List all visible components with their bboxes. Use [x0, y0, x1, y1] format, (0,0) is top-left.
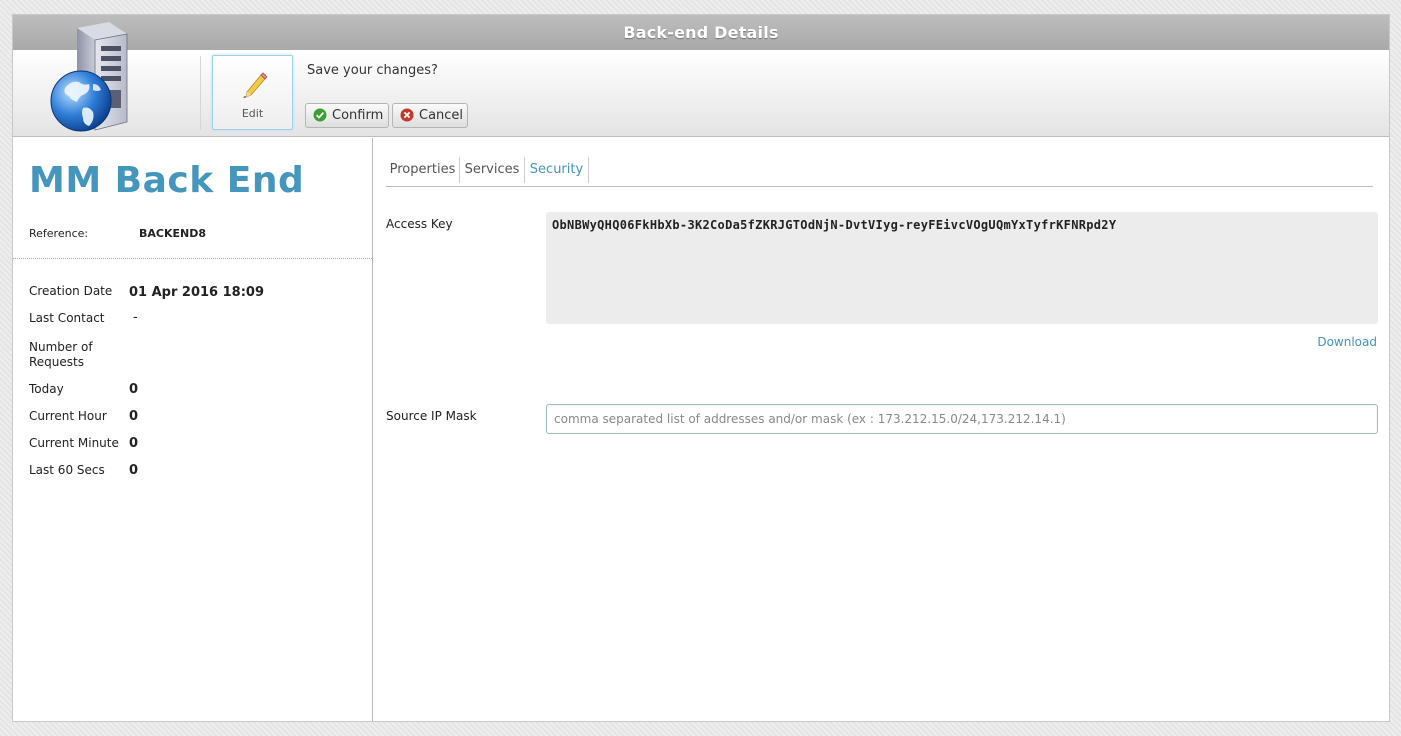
check-circle-icon — [313, 108, 327, 122]
access-key-value[interactable]: ObNBWyQHQ06FkHbXb-3K2CoDa5fZKRJGTOdNjN-D… — [546, 212, 1378, 324]
pencil-icon — [243, 72, 268, 98]
stat-value-current-hour: 0 — [129, 409, 139, 424]
cancel-button[interactable]: Cancel — [392, 103, 468, 128]
source-ip-mask-input[interactable] — [546, 404, 1378, 434]
backend-summary-panel: MM Back End Reference: BACKEND8 Creation… — [13, 138, 373, 721]
server-globe-icon — [50, 22, 128, 132]
stat-label-last-60-secs: Last 60 Secs — [29, 463, 105, 477]
tab-services[interactable]: Services — [460, 157, 525, 183]
stat-value-creation-date: 01 Apr 2016 18:09 — [129, 285, 265, 300]
stat-label-current-hour: Current Hour — [29, 409, 107, 423]
download-link[interactable]: Download — [1317, 335, 1377, 349]
tab-properties[interactable]: Properties — [386, 157, 460, 183]
toolbar-separator — [200, 56, 201, 130]
confirm-label: Confirm — [332, 108, 384, 123]
divider — [13, 258, 372, 259]
cancel-label: Cancel — [419, 108, 464, 123]
stat-value-last-contact: - — [133, 310, 138, 325]
stat-label-current-minute: Current Minute — [29, 436, 119, 450]
save-prompt: Save your changes? — [307, 63, 438, 78]
detail-panel: Properties Services Security Access Key … — [386, 138, 1378, 721]
stat-label-today: Today — [29, 382, 64, 396]
stat-value-today: 0 — [129, 382, 139, 397]
page-title: MM Back End — [29, 160, 305, 201]
reference-label: Reference: — [29, 227, 89, 240]
stat-label-creation-date: Creation Date — [29, 284, 113, 298]
stat-label-number-of-requests: Number of Requests — [29, 340, 93, 369]
edit-label: Edit — [241, 107, 264, 120]
source-ip-mask-label: Source IP Mask — [386, 409, 477, 423]
stat-value-current-minute: 0 — [129, 436, 139, 451]
edit-button[interactable]: Edit — [212, 55, 293, 130]
reference-value: BACKEND8 — [139, 227, 206, 240]
confirm-button[interactable]: Confirm — [305, 103, 389, 128]
stat-value-last-60-secs: 0 — [129, 463, 139, 478]
tab-bar: Properties Services Security — [386, 157, 1373, 187]
backend-details-window: Back-end Details Edit Save your changes?… — [12, 14, 1390, 722]
access-key-label: Access Key — [386, 217, 453, 231]
toolbar: Edit Save your changes? Confirm Cancel — [13, 22, 1389, 137]
tab-security[interactable]: Security — [525, 157, 589, 183]
window-title: Back-end Details — [13, 15, 1389, 50]
x-circle-icon — [400, 108, 414, 122]
stat-label-last-contact: Last Contact — [29, 311, 105, 325]
